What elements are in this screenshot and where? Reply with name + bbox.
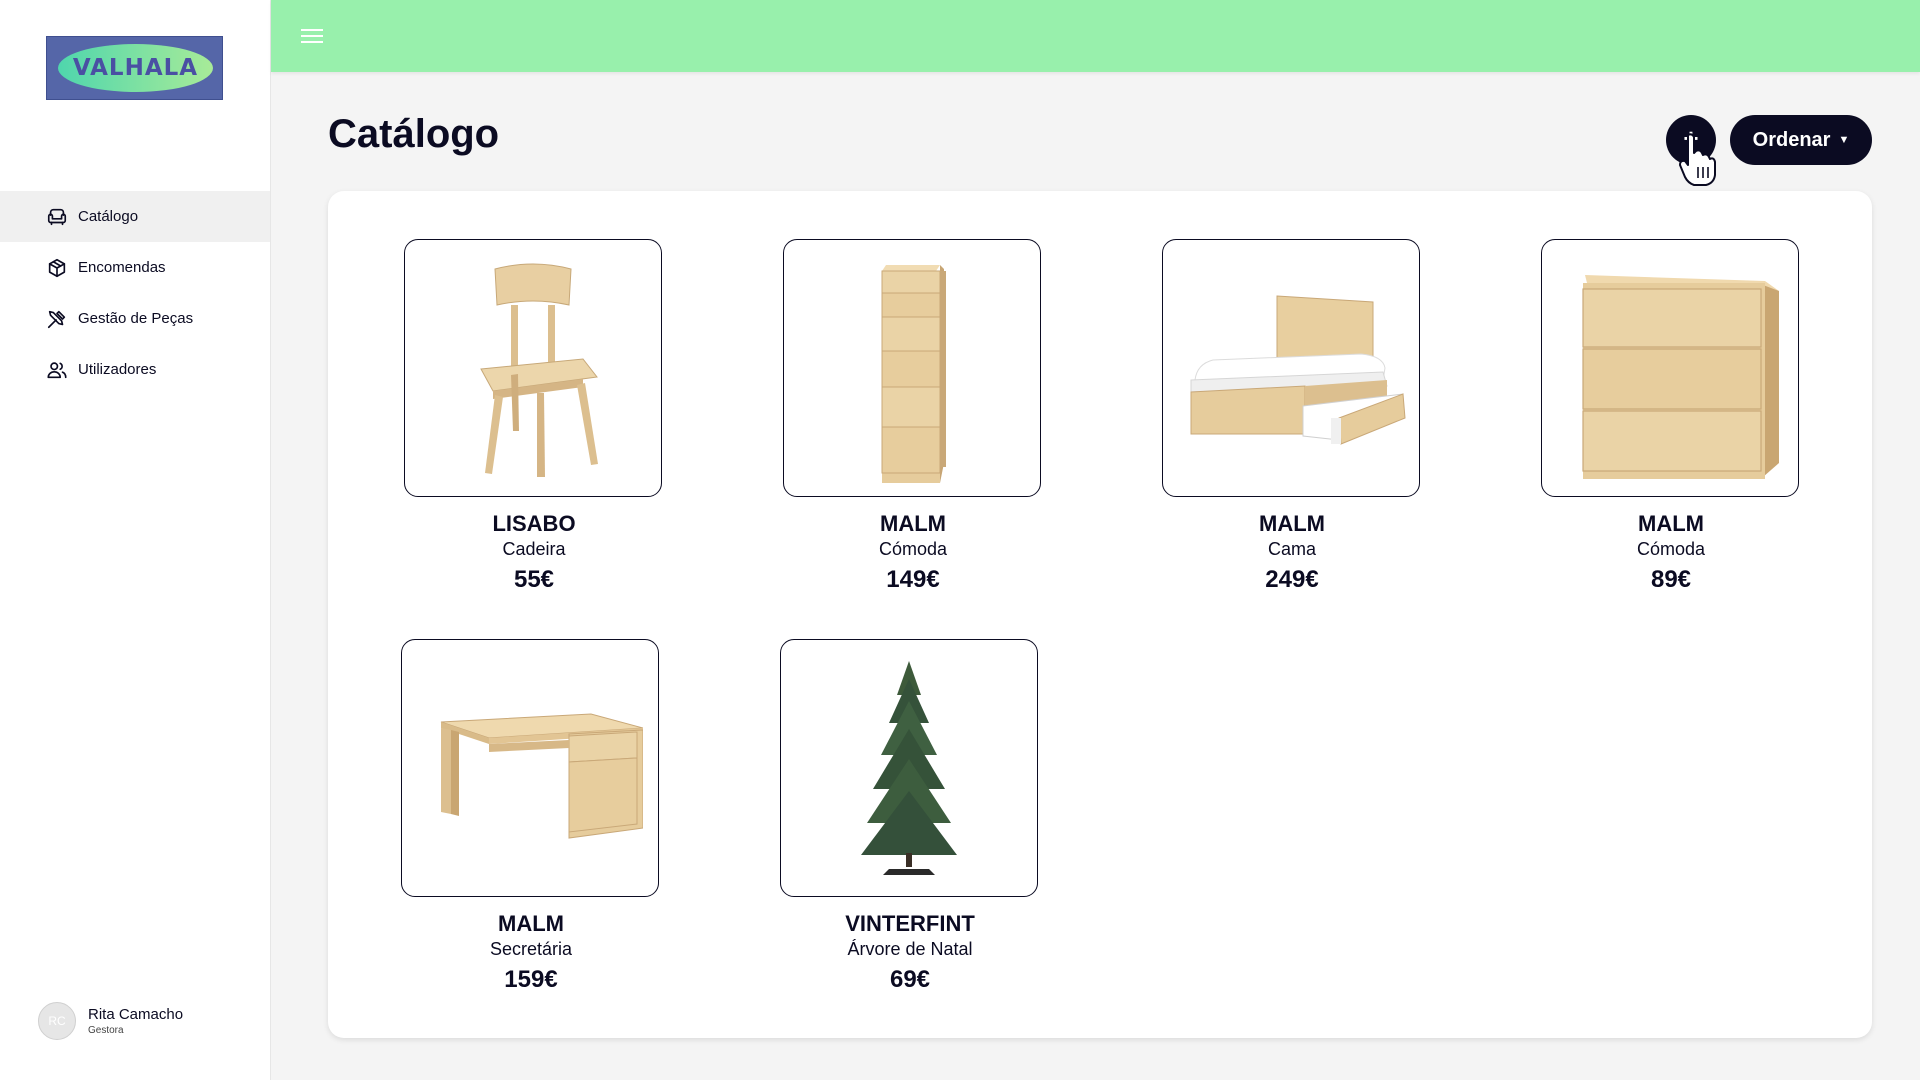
- product-type: Cómoda: [1636, 539, 1706, 559]
- product-name: VINTERFINT: [845, 911, 975, 936]
- sidebar-item-label: Utilizadores: [78, 361, 157, 378]
- catalog-panel: LISABO Cadeira 55€ MALM Cómoda 149€ MALM…: [328, 191, 1872, 1038]
- logo-text: VALHALA: [72, 55, 199, 81]
- tools-icon: [46, 308, 68, 330]
- hand-cursor-icon: [1678, 133, 1718, 189]
- sort-label: Ordenar: [1752, 128, 1831, 151]
- product-image: [1541, 239, 1799, 497]
- product-type: Cama: [1267, 539, 1316, 559]
- user-name: Rita Camacho: [88, 1006, 184, 1023]
- product-image: [401, 639, 659, 897]
- product-image: [783, 239, 1041, 497]
- sidebar-item-utilizadores[interactable]: Utilizadores: [0, 344, 270, 395]
- sidebar-item-encomendas[interactable]: Encomendas: [0, 242, 270, 293]
- product-name: MALM: [1259, 511, 1325, 536]
- page-title: Catálogo: [328, 112, 500, 156]
- product-card[interactable]: VINTERFINT Árvore de Natal 69€: [780, 639, 1040, 994]
- sidebar-item-label: Gestão de Peças: [78, 310, 194, 327]
- product-type: Cómoda: [878, 539, 948, 559]
- hamburger-icon[interactable]: [299, 24, 325, 48]
- product-card[interactable]: MALM Cama 249€: [1162, 239, 1422, 594]
- avatar: RC: [38, 1002, 76, 1040]
- sidebar-nav: Catálogo Encomendas Gestão de Peças Util…: [0, 191, 270, 395]
- product-price: 149€: [886, 566, 940, 593]
- sidebar: VALHALA Catálogo Encomendas Gestão de Pe…: [0, 0, 271, 1080]
- logo[interactable]: VALHALA: [46, 36, 223, 100]
- product-price: 249€: [1265, 566, 1319, 593]
- product-name: MALM: [1638, 511, 1704, 536]
- user-info: Rita Camacho Gestora: [88, 1006, 183, 1036]
- product-price: 159€: [504, 966, 558, 993]
- package-icon: [46, 257, 68, 279]
- sidebar-item-catalogo[interactable]: Catálogo: [0, 191, 270, 242]
- product-type: Cadeira: [502, 539, 566, 559]
- user-role: Gestora: [88, 1025, 124, 1036]
- sidebar-item-label: Encomendas: [78, 259, 166, 276]
- sidebar-item-gestao-de-pecas[interactable]: Gestão de Peças: [0, 293, 270, 344]
- product-card[interactable]: MALM Cómoda 89€: [1541, 239, 1801, 594]
- product-price: 89€: [1650, 566, 1692, 593]
- top-bar: [271, 0, 1920, 72]
- product-price: 55€: [513, 566, 555, 593]
- product-card[interactable]: MALM Secretária 159€: [401, 639, 661, 994]
- product-name: LISABO: [492, 511, 576, 536]
- sidebar-item-label: Catálogo: [78, 208, 139, 225]
- product-image: [404, 239, 662, 497]
- users-icon: [46, 359, 68, 381]
- product-image: [780, 639, 1038, 897]
- product-card[interactable]: MALM Cómoda 149€: [783, 239, 1043, 594]
- product-card[interactable]: LISABO Cadeira 55€: [404, 239, 664, 594]
- product-name: MALM: [498, 911, 564, 936]
- sort-dropdown-button[interactable]: Ordenar ▼: [1730, 115, 1872, 165]
- product-price: 69€: [889, 966, 931, 993]
- product-type: Secretária: [489, 939, 573, 959]
- product-type: Árvore de Natal: [847, 939, 973, 959]
- sofa-icon: [46, 206, 68, 228]
- product-name: MALM: [880, 511, 946, 536]
- logo-oval: VALHALA: [58, 44, 213, 92]
- user-profile[interactable]: RC Rita Camacho Gestora: [38, 1002, 183, 1040]
- product-image: [1162, 239, 1420, 497]
- caret-down-icon: ▼: [1838, 134, 1850, 146]
